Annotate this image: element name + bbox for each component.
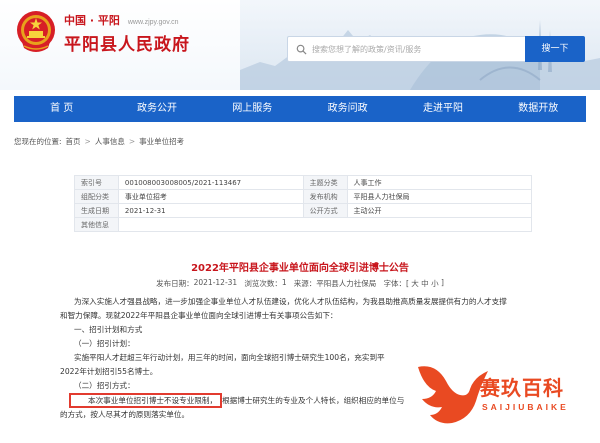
meta-value — [117, 217, 533, 232]
font-size-medium[interactable]: 中 — [421, 278, 429, 289]
breadcrumb-separator: > — [84, 137, 91, 146]
article-info: 发布日期： 2021-12-31 浏览次数： 1 来源： 平阳县人力社保局 字体：[ … — [0, 278, 600, 289]
meta-key: 索引号 — [74, 175, 119, 190]
meta-key: 生成日期 — [74, 203, 119, 218]
font-size-large[interactable]: 大 — [411, 278, 419, 289]
meta-value: 人事工作 — [346, 175, 533, 190]
meta-key: 主题分类 — [302, 175, 348, 190]
meta-key: 其他信息 — [74, 217, 119, 232]
highlighted-text: 本次事业单位招引博士不设专业限制， — [69, 393, 223, 408]
article-title: 2022年平阳县企事业单位面向全球引进博士公告 — [191, 263, 409, 274]
main-nav: 首 页 政务公开 网上服务 政务问政 走进平阳 数据开放 — [14, 96, 586, 122]
font-size-label: 字体：[ — [383, 279, 409, 288]
site-place: 中国 · 平阳 — [64, 14, 120, 27]
font-size-end: ] — [440, 278, 444, 287]
nav-item-online-service[interactable]: 网上服务 — [205, 96, 300, 122]
table-row: 索引号 001008003008005/2021-113467 主题分类 人事工… — [74, 175, 533, 190]
breadcrumb-prefix: 您现在的位置: — [14, 137, 62, 146]
site-name[interactable]: 平阳县人民政府 — [64, 30, 190, 55]
nav-item-open-data[interactable]: 数据开放 — [491, 96, 586, 122]
search-icon — [296, 44, 307, 55]
meta-value: 平阳县人力社保局 — [346, 189, 533, 204]
views-label: 浏览次数： — [244, 279, 282, 288]
national-emblem-icon — [17, 11, 55, 52]
document-meta-table: 索引号 001008003008005/2021-113467 主题分类 人事工… — [74, 175, 533, 232]
meta-key: 发布机构 — [302, 189, 348, 204]
site-header: 中国 · 平阳 www.zjpy.gov.cn 平阳县人民政府 搜一下 — [0, 0, 600, 90]
meta-value: 事业单位招考 — [117, 189, 304, 204]
site-subtitle: 中国 · 平阳 www.zjpy.gov.cn — [64, 12, 179, 28]
meta-value: 主动公开 — [346, 203, 533, 218]
table-row: 组配分类 事业单位招考 发布机构 平阳县人力社保局 — [74, 189, 533, 204]
site-domain: www.zjpy.gov.cn — [127, 19, 179, 26]
section-heading: 一、招引计划和方式 — [74, 325, 143, 334]
nav-item-home[interactable]: 首 页 — [14, 96, 109, 122]
meta-key: 组配分类 — [74, 189, 119, 204]
watermark-subtext: SAIJIUBAIKE — [482, 402, 569, 412]
paragraph-text: 根据博士研究生的专业及个人特长，组织相应的单位与 — [222, 396, 405, 405]
nav-item-about-pingyang[interactable]: 走进平阳 — [395, 96, 490, 122]
nav-item-gov-info[interactable]: 政务公开 — [109, 96, 204, 122]
search-button[interactable]: 搜一下 — [525, 36, 585, 62]
font-size-small[interactable]: 小 — [431, 278, 439, 289]
paragraph: 为深入实施人才强县战略，进一步加强企事业单位人才队伍建设，优化人才队伍结构，为我… — [74, 297, 507, 306]
subsection-heading: （一）招引计划： — [74, 339, 135, 348]
meta-value: 2021-12-31 — [117, 203, 304, 218]
breadcrumb-personnel[interactable]: 人事信息 — [95, 136, 125, 147]
nav-item-consultation[interactable]: 政务问政 — [300, 96, 395, 122]
meta-key: 公开方式 — [302, 203, 348, 218]
table-row: 生成日期 2021-12-31 公开方式 主动公开 — [74, 203, 533, 218]
search-box[interactable] — [287, 36, 525, 62]
breadcrumb-separator: > — [128, 137, 136, 146]
breadcrumb: 您现在的位置: 首页 > 人事信息 > 事业单位招考 — [14, 136, 184, 147]
date-label: 发布日期： — [156, 279, 194, 288]
source: 平阳县人力社保局 — [316, 279, 377, 288]
breadcrumb-home[interactable]: 首页 — [66, 136, 81, 147]
watermark-text: 赛玖百科 — [480, 376, 564, 400]
meta-value: 001008003008005/2021-113467 — [117, 175, 304, 190]
paragraph: 和智力保障。现就2022年平阳县企事业单位面向全球引进博士有关事项公告如下： — [60, 311, 338, 320]
breadcrumb-recruitment[interactable]: 事业单位招考 — [139, 136, 184, 147]
search-input[interactable] — [312, 44, 525, 54]
source-label: 来源： — [293, 279, 317, 288]
table-row: 其他信息 — [74, 217, 533, 232]
publish-date: 2021-12-31 — [193, 278, 238, 287]
